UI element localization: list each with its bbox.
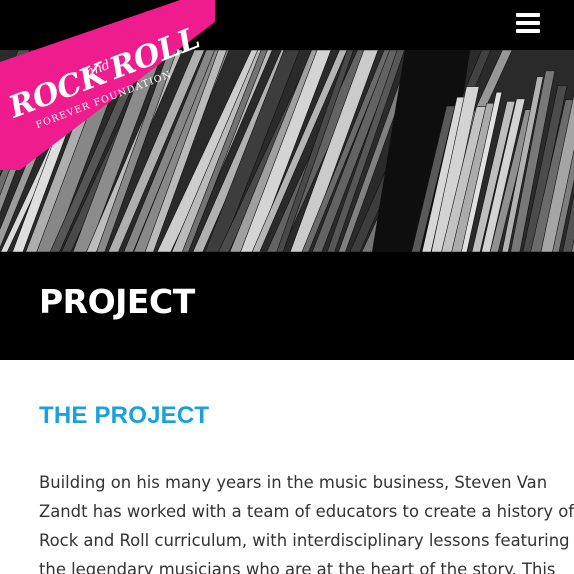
paragraph-line: Building on his many years in the music … <box>39 473 548 492</box>
paragraph-line: Rock and Roll curriculum, with interdisc… <box>39 531 570 550</box>
paragraph-line: the legendary musicians who are at the h… <box>39 560 556 574</box>
section-heading: THE PROJECT <box>39 402 210 429</box>
page-title: PROJECT <box>39 282 195 321</box>
paragraph-line: Zandt has worked with a team of educator… <box>39 502 574 521</box>
project-description: Building on his many years in the music … <box>39 468 574 574</box>
hamburger-menu-icon[interactable] <box>516 13 540 33</box>
rock-and-roll-forever-logo[interactable]: ROCK and ROLL FOREVER FOUNDATION <box>0 0 215 170</box>
